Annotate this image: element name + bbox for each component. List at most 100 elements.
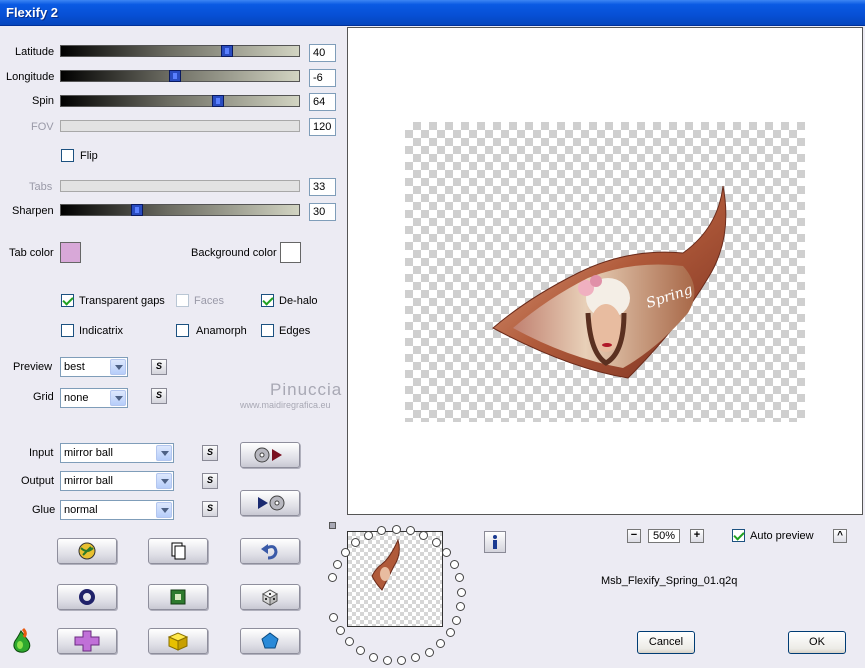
navigator-dot[interactable] [333,560,342,569]
navigator-dot[interactable] [397,656,406,665]
input-select[interactable]: mirror ball [60,443,174,463]
output-select-value: mirror ball [64,475,113,487]
auto-preview-checkbox[interactable] [732,529,745,542]
anamorph-checkbox[interactable] [176,324,189,337]
glue-select[interactable]: normal [60,500,174,520]
info-button[interactable] [484,531,506,553]
preview-canvas[interactable]: Spring [347,27,863,515]
preview-label: Preview [13,361,53,373]
random-globe-button[interactable] [57,538,117,564]
navigator-dot[interactable] [456,602,465,611]
navigator-handle[interactable] [329,522,336,529]
navigator-dot[interactable] [341,548,350,557]
pentagon-shape-button[interactable] [240,628,300,654]
sharpen-slider-thumb[interactable] [131,204,143,216]
spin-slider-thumb[interactable] [212,95,224,107]
chevron-down-icon[interactable] [110,359,126,375]
faces-checkbox [176,294,189,307]
sharpen-value[interactable]: 30 [309,203,336,221]
zoom-in-button[interactable]: + [690,529,704,543]
chevron-down-icon[interactable] [156,502,172,518]
random-dice-button[interactable] [240,584,300,610]
edges-label: Edges [279,325,311,337]
navigator-dot[interactable] [436,639,445,648]
cancel-button[interactable]: Cancel [637,631,695,654]
dice-icon [261,589,279,606]
background-color-swatch[interactable] [280,242,301,263]
chevron-down-icon[interactable] [156,473,172,489]
play-reverse-button[interactable] [240,490,300,516]
navigator-dot[interactable] [446,628,455,637]
navigator-dot[interactable] [392,525,401,534]
navigator-dot[interactable] [383,656,392,665]
de-halo-checkbox[interactable] [261,294,274,307]
latitude-value[interactable]: 40 [309,44,336,62]
cube-shape-button[interactable] [148,628,208,654]
input-save-button[interactable]: S [202,445,218,461]
undo-button[interactable] [240,538,300,564]
info-icon [493,535,497,549]
sharpen-slider[interactable] [60,204,300,216]
navigator-dot[interactable] [432,538,441,547]
navigator-dot[interactable] [351,538,360,547]
navigator-dot[interactable] [364,531,373,540]
navigator-dot[interactable] [419,531,428,540]
cube-icon [167,632,189,651]
chevron-down-icon[interactable] [156,445,172,461]
flip-checkbox[interactable] [61,149,74,162]
navigator-dot[interactable] [452,616,461,625]
edges-checkbox[interactable] [261,324,274,337]
sharpen-label: Sharpen [12,205,54,217]
circle-shape-button[interactable] [57,584,117,610]
preview-select[interactable]: best [60,357,128,377]
ring-icon [79,589,95,605]
navigator-dot[interactable] [450,560,459,569]
cross-icon [74,630,100,652]
play-forward-button[interactable] [240,442,300,468]
indicatrix-checkbox[interactable] [61,324,74,337]
tabs-value: 33 [309,178,336,196]
navigator-dot[interactable] [425,648,434,657]
latitude-slider[interactable] [60,45,300,57]
grid-save-button[interactable]: S [151,388,167,404]
collapse-button[interactable]: ^ [833,529,847,543]
longitude-slider[interactable] [60,70,300,82]
navigator-dot[interactable] [329,613,338,622]
watermark-url: www.maidiregrafica.eu [240,400,331,410]
output-save-button[interactable]: S [202,473,218,489]
navigator-dot[interactable] [442,548,451,557]
zoom-out-button[interactable]: − [627,529,641,543]
chevron-down-icon[interactable] [110,390,126,406]
navigator-dot[interactable] [328,573,337,582]
transparent-gaps-checkbox[interactable] [61,294,74,307]
navigator-dot[interactable] [369,653,378,662]
tab-color-swatch[interactable] [60,242,81,263]
navigator-dot[interactable] [377,526,386,535]
latitude-slider-thumb[interactable] [221,45,233,57]
ok-button[interactable]: OK [788,631,846,654]
copy-button[interactable] [148,538,208,564]
spin-slider[interactable] [60,95,300,107]
watermark: Pinuccia www.maidiregrafica.eu [240,380,342,410]
navigator-dot[interactable] [356,646,365,655]
output-label: Output [21,475,55,487]
navigator-dot[interactable] [345,637,354,646]
preview-save-button[interactable]: S [151,359,167,375]
spin-value[interactable]: 64 [309,93,336,111]
longitude-value[interactable]: -6 [309,69,336,87]
glue-save-button[interactable]: S [202,501,218,517]
grid-select[interactable]: none [60,388,128,408]
output-select[interactable]: mirror ball [60,471,174,491]
faces-label: Faces [194,295,224,307]
navigator-dot[interactable] [411,653,420,662]
navigator-dot[interactable] [455,573,464,582]
navigator-thumbnail[interactable] [347,531,443,627]
flaming-pear-logo[interactable] [9,627,35,655]
square-shape-button[interactable] [148,584,208,610]
auto-preview-label: Auto preview [750,530,814,542]
navigator-dot[interactable] [336,626,345,635]
longitude-slider-thumb[interactable] [169,70,181,82]
cross-shape-button[interactable] [57,628,117,654]
navigator-dot[interactable] [457,588,466,597]
navigator-dot[interactable] [406,526,415,535]
